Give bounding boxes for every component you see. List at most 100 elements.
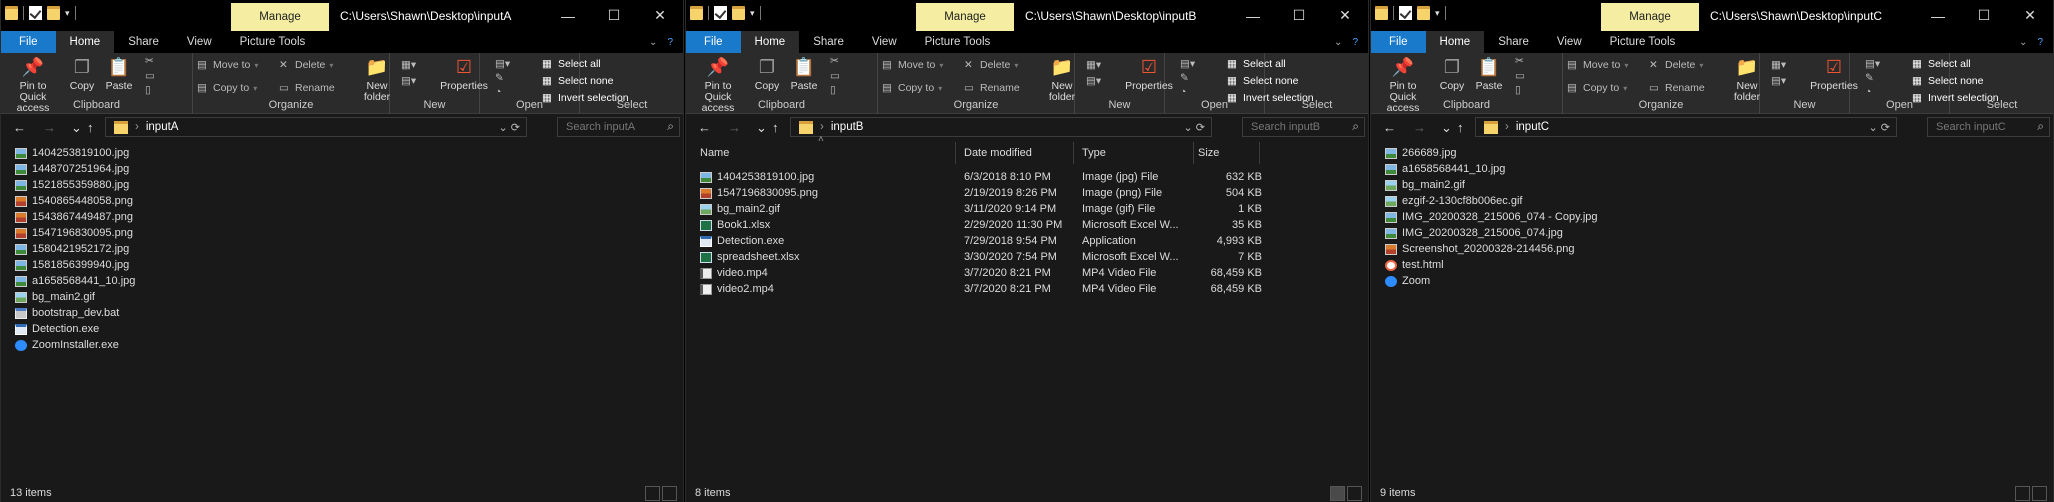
properties-button[interactable]: ☑ Properties bbox=[1122, 56, 1176, 92]
back-icon[interactable]: ← bbox=[1383, 120, 1396, 135]
refresh-icon[interactable]: ⌄ ⟳ bbox=[499, 121, 521, 134]
properties-button[interactable]: ☑ Properties bbox=[1807, 56, 1861, 92]
pin-to-quick-access-button[interactable]: 📌 Pin to Quick access bbox=[5, 56, 61, 114]
paste-shortcut-icon[interactable]: ▯ bbox=[1515, 84, 1521, 96]
list-item[interactable]: test.html bbox=[1385, 257, 1598, 273]
delete-button[interactable]: ✕ Delete ▾ bbox=[964, 59, 1018, 71]
copy-to-button[interactable]: ▤ Copy to ▾ bbox=[1567, 82, 1627, 94]
list-item[interactable]: 266689.jpg bbox=[1385, 145, 1598, 161]
tab-picture-tools[interactable]: Picture Tools bbox=[226, 31, 320, 53]
column-header-type[interactable]: Type bbox=[1078, 142, 1194, 164]
list-item[interactable]: ezgif-2-130cf8b006ec.gif bbox=[1385, 193, 1598, 209]
tab-home[interactable]: Home bbox=[55, 31, 115, 53]
list-item[interactable]: 1448707251964.jpg bbox=[15, 161, 135, 177]
move-to-button[interactable]: ▤ Move to ▾ bbox=[1567, 59, 1628, 71]
paste-button[interactable]: 📋 Paste bbox=[101, 56, 137, 92]
collapse-ribbon-icon[interactable]: ⌄ bbox=[2019, 37, 2027, 48]
select-none-button[interactable]: ▦ Select none bbox=[1227, 75, 1298, 87]
new-folder-quick-icon[interactable] bbox=[47, 6, 60, 20]
paste-button[interactable]: 📋 Paste bbox=[786, 56, 822, 92]
up-icon[interactable]: ↑ bbox=[772, 120, 779, 135]
delete-button[interactable]: ✕ Delete ▾ bbox=[1649, 59, 1703, 71]
customize-qat-icon[interactable]: ▾ bbox=[1435, 8, 1440, 19]
copy-to-button[interactable]: ▤ Copy to ▾ bbox=[882, 82, 942, 94]
table-row[interactable]: Detection.exe 7/29/2018 9:54 PM Applicatio… bbox=[686, 233, 1368, 249]
list-item[interactable]: a1658568441_10.jpg bbox=[15, 273, 135, 289]
manage-context-tab[interactable]: Manage bbox=[1601, 3, 1699, 31]
minimize-button[interactable]: — bbox=[545, 0, 591, 31]
tab-share[interactable]: Share bbox=[1484, 31, 1543, 53]
tab-file[interactable]: File bbox=[1371, 31, 1426, 53]
column-header-size[interactable]: Size bbox=[1194, 142, 1260, 164]
list-item[interactable]: 1540865448058.png bbox=[15, 193, 135, 209]
copy-button[interactable]: ❐ Copy bbox=[1437, 56, 1467, 92]
delete-button[interactable]: ✕ Delete ▾ bbox=[279, 59, 333, 71]
properties-button[interactable]: ☑ Properties bbox=[437, 56, 491, 92]
select-none-button[interactable]: ▦ Select none bbox=[1912, 75, 1983, 87]
open-icon[interactable]: ▤▾ bbox=[1865, 58, 1880, 70]
new-folder-quick-icon[interactable] bbox=[1417, 6, 1430, 20]
list-item[interactable]: IMG_20200328_215006_074.jpg bbox=[1385, 225, 1598, 241]
tab-view[interactable]: View bbox=[173, 31, 226, 53]
refresh-icon[interactable]: ⌄ ⟳ bbox=[1184, 121, 1206, 134]
large-icons-view-button[interactable] bbox=[2032, 486, 2047, 501]
table-row[interactable]: spreadsheet.xlsx 3/30/2020 7:54 PM Microso… bbox=[686, 249, 1368, 265]
breadcrumb[interactable]: inputB bbox=[831, 121, 864, 133]
easy-access-icon[interactable]: ▤▾ bbox=[1771, 75, 1786, 87]
list-item[interactable]: 1521855359880.jpg bbox=[15, 177, 135, 193]
search-input[interactable]: Search inputB ⌕ bbox=[1242, 117, 1365, 137]
easy-access-icon[interactable]: ▤▾ bbox=[401, 75, 416, 87]
select-all-button[interactable]: ▦ Select all bbox=[1912, 58, 1971, 70]
maximize-button[interactable]: ☐ bbox=[1961, 0, 2007, 31]
recent-locations-icon[interactable]: ⌄ bbox=[756, 120, 767, 136]
select-all-button[interactable]: ▦ Select all bbox=[1227, 58, 1286, 70]
table-row[interactable]: 1547196830095.png 2/19/2019 8:26 PM Image … bbox=[686, 185, 1368, 201]
history-icon[interactable]: ◔ bbox=[495, 86, 501, 98]
minimize-button[interactable]: — bbox=[1230, 0, 1276, 31]
recent-locations-icon[interactable]: ⌄ bbox=[71, 120, 82, 136]
up-icon[interactable]: ↑ bbox=[87, 120, 94, 135]
history-icon[interactable]: ◔ bbox=[1865, 86, 1871, 98]
help-icon[interactable]: ? bbox=[1352, 37, 1358, 48]
manage-context-tab[interactable]: Manage bbox=[916, 3, 1014, 31]
close-button[interactable]: ✕ bbox=[637, 0, 683, 31]
forward-icon[interactable]: → bbox=[43, 120, 56, 135]
close-button[interactable]: ✕ bbox=[1322, 0, 1368, 31]
copy-button[interactable]: ❐ Copy bbox=[67, 56, 97, 92]
address-bar[interactable]: › inputC ⌄ ⟳ bbox=[1475, 117, 1897, 137]
invert-selection-button[interactable]: ▦ Invert selection bbox=[542, 92, 629, 104]
new-folder-button[interactable]: 📁 New folder bbox=[359, 56, 395, 103]
table-row[interactable]: 1404253819100.jpg 6/3/2018 8:10 PM Image (… bbox=[686, 169, 1368, 185]
tab-picture-tools[interactable]: Picture Tools bbox=[911, 31, 1005, 53]
paste-shortcut-icon[interactable]: ▯ bbox=[145, 84, 151, 96]
recent-locations-icon[interactable]: ⌄ bbox=[1441, 120, 1452, 136]
search-input[interactable]: Search inputA ⌕ bbox=[557, 117, 680, 137]
list-item[interactable]: 1404253819100.jpg bbox=[15, 145, 135, 161]
back-icon[interactable]: ← bbox=[698, 120, 711, 135]
tab-picture-tools[interactable]: Picture Tools bbox=[1596, 31, 1690, 53]
list-item[interactable]: Screenshot_20200328-214456.png bbox=[1385, 241, 1598, 257]
edit-icon[interactable]: ✎ bbox=[1865, 72, 1874, 84]
rename-button[interactable]: ▭ Rename bbox=[1649, 82, 1705, 94]
copy-path-icon[interactable]: ▭ bbox=[145, 70, 155, 82]
edit-icon[interactable]: ✎ bbox=[495, 72, 504, 84]
tab-view[interactable]: View bbox=[1543, 31, 1596, 53]
large-icons-view-button[interactable] bbox=[662, 486, 677, 501]
pin-to-quick-access-button[interactable]: 📌 Pin to Quick access bbox=[690, 56, 746, 114]
copy-path-icon[interactable]: ▭ bbox=[830, 70, 840, 82]
table-row[interactable]: video2.mp4 3/7/2020 8:21 PM MP4 Video File… bbox=[686, 281, 1368, 297]
properties-quick-icon[interactable] bbox=[1399, 6, 1412, 20]
customize-qat-icon[interactable]: ▾ bbox=[750, 8, 755, 19]
new-folder-quick-icon[interactable] bbox=[732, 6, 745, 20]
minimize-button[interactable]: — bbox=[1915, 0, 1961, 31]
copy-to-button[interactable]: ▤ Copy to ▾ bbox=[197, 82, 257, 94]
help-icon[interactable]: ? bbox=[2037, 37, 2043, 48]
maximize-button[interactable]: ☐ bbox=[1276, 0, 1322, 31]
new-item-icon[interactable]: ▦▾ bbox=[1771, 59, 1786, 71]
list-item[interactable]: 1547196830095.png bbox=[15, 225, 135, 241]
search-input[interactable]: Search inputC ⌕ bbox=[1927, 117, 2050, 137]
list-item[interactable]: bg_main2.gif bbox=[1385, 177, 1598, 193]
rename-button[interactable]: ▭ Rename bbox=[964, 82, 1020, 94]
refresh-icon[interactable]: ⌄ ⟳ bbox=[1869, 121, 1891, 134]
pin-to-quick-access-button[interactable]: 📌 Pin to Quick access bbox=[1375, 56, 1431, 114]
